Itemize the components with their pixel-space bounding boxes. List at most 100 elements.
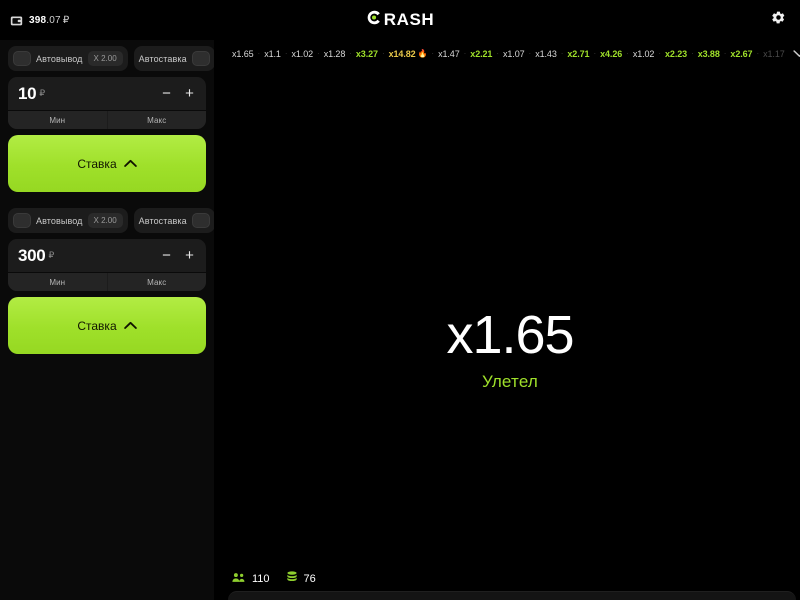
balance-display[interactable]: 398.07 ₽ — [0, 14, 69, 27]
bet-decrease-button-2[interactable]: − — [160, 248, 173, 263]
balance-currency: ₽ — [62, 14, 70, 26]
history-multiplier[interactable]: x1.02 — [288, 49, 318, 59]
game-main-area: x1.65 · x1.1 · x1.02 · x1.28 · x3.27 · x14.82 🔥 · x1.… — [214, 40, 800, 600]
history-multiplier[interactable]: x1.02 — [629, 49, 659, 59]
place-bet-label-1: Ставка — [77, 156, 117, 171]
brand-c-icon — [366, 9, 383, 31]
auto-cashout-label-2: Автовывод — [36, 215, 83, 226]
history-multiplier[interactable]: x2.21 — [466, 49, 496, 59]
stage-statistics: 110 76 — [232, 570, 316, 588]
brand-name: RASH — [383, 10, 435, 29]
auto-cashout-toggle-2[interactable] — [13, 213, 31, 228]
body-row: Автовывод X 2.00 Автоставка 10 ₽ − + Мин… — [0, 40, 800, 600]
bet-amount-row-2: 300 ₽ − + — [8, 239, 206, 273]
history-multiplier-label: x2.67 — [730, 49, 753, 59]
crash-game-app: 398.07 ₽ RASH Автовывод X 2.00 Автоставк… — [0, 0, 800, 600]
bet-amount-card-2: 300 ₽ − + Мин Макс — [8, 239, 206, 291]
bet-panel-2: Автовывод X 2.00 Автоставка 300 ₽ − + Ми… — [8, 208, 214, 354]
auto-bet-control-1[interactable]: Автоставка — [133, 46, 214, 71]
auto-controls-row-2: Автовывод X 2.00 Автоставка — [8, 208, 214, 233]
history-multiplier-label: x14.82 — [388, 49, 416, 59]
history-multiplier[interactable]: x3.27 — [352, 49, 382, 59]
chevron-down-icon — [793, 45, 800, 63]
history-expand-button[interactable] — [789, 43, 800, 65]
history-multiplier-label: x1.43 — [535, 49, 557, 59]
bet-stepper-1: − + — [160, 86, 196, 101]
crash-status-label: Улетел — [481, 371, 539, 391]
history-multiplier[interactable]: x1.17 — [759, 49, 789, 59]
crash-multiplier: x1.65 — [446, 304, 574, 365]
bet-min-button-1[interactable]: Мин — [8, 111, 107, 129]
history-multiplier[interactable]: x1.07 — [499, 49, 529, 59]
bet-sidebar: Автовывод X 2.00 Автоставка 10 ₽ − + Мин… — [0, 40, 214, 600]
history-multiplier[interactable]: x4.26 — [596, 49, 626, 59]
history-multiplier[interactable]: x14.82 🔥 — [385, 49, 432, 59]
auto-cashout-multiplier-2[interactable]: X 2.00 — [87, 213, 123, 228]
bet-amount-value-2[interactable]: 300 — [18, 246, 46, 266]
history-multiplier-label: x1.17 — [763, 49, 785, 59]
place-bet-label-2: Ставка — [77, 318, 117, 333]
history-multiplier-label: x2.21 — [470, 49, 493, 59]
history-multiplier-label: x4.26 — [600, 49, 623, 59]
bet-amount-row-1: 10 ₽ − + — [8, 77, 206, 111]
bet-max-button-1[interactable]: Макс — [107, 111, 206, 129]
auto-cashout-toggle-1[interactable] — [13, 51, 31, 66]
bet-max-button-2[interactable]: Макс — [107, 273, 206, 291]
bet-increase-button-1[interactable]: + — [183, 86, 196, 101]
history-multiplier-label: x3.88 — [697, 49, 720, 59]
history-multiplier-label: x1.1 — [264, 49, 281, 59]
history-multiplier-label: x1.07 — [503, 49, 525, 59]
bet-amount-currency-1: ₽ — [39, 88, 46, 98]
fire-icon: 🔥 — [417, 49, 428, 58]
auto-cashout-control-1[interactable]: Автовывод X 2.00 — [8, 46, 128, 71]
coins-icon — [286, 570, 298, 588]
balance-integer: 398 — [29, 14, 47, 26]
history-multiplier-label: x1.65 — [232, 49, 254, 59]
history-multiplier-label: x1.02 — [291, 49, 314, 59]
bet-amount-card-1: 10 ₽ − + Мин Макс — [8, 77, 206, 129]
history-multiplier[interactable]: x1.47 — [434, 49, 464, 59]
settings-button[interactable] — [768, 10, 788, 30]
bet-amount-value-1[interactable]: 10 — [18, 84, 37, 104]
bet-stepper-2: − + — [160, 248, 196, 263]
history-multiplier-label: x1.02 — [632, 49, 655, 59]
history-multiplier[interactable]: x2.23 — [661, 49, 691, 59]
bottom-bets-sheet[interactable] — [228, 591, 796, 600]
auto-cashout-label-1: Автовывод — [36, 53, 83, 64]
coins-count: 76 — [303, 573, 316, 585]
bet-panel-1: Автовывод X 2.00 Автоставка 10 ₽ − + Мин… — [8, 46, 214, 192]
history-multiplier[interactable]: x2.67 — [726, 49, 756, 59]
bet-amount-currency-2: ₽ — [48, 250, 55, 260]
chevron-up-icon — [123, 319, 137, 333]
history-multiplier[interactable]: x3.88 — [694, 49, 724, 59]
auto-cashout-multiplier-1[interactable]: X 2.00 — [87, 51, 123, 66]
auto-controls-row-1: Автовывод X 2.00 Автоставка — [8, 46, 214, 71]
auto-bet-toggle-2[interactable] — [191, 213, 210, 228]
players-count: 110 — [252, 573, 270, 585]
gear-icon — [771, 10, 786, 30]
players-icon — [232, 570, 246, 588]
history-multiplier[interactable]: x1.28 — [320, 49, 350, 59]
auto-bet-control-2[interactable]: Автоставка — [133, 208, 214, 233]
history-multiplier[interactable]: x2.71 — [563, 49, 593, 59]
place-bet-button-2[interactable]: Ставка — [8, 297, 206, 354]
history-multiplier-label: x1.28 — [323, 49, 346, 59]
round-history-bar: x1.65 · x1.1 · x1.02 · x1.28 · x3.27 · x14.82 🔥 · x1.… — [220, 40, 800, 68]
history-multiplier-label: x1.47 — [438, 49, 460, 59]
auto-cashout-control-2[interactable]: Автовывод X 2.00 — [8, 208, 128, 233]
history-multiplier-label: x3.27 — [355, 49, 378, 59]
bet-increase-button-2[interactable]: + — [183, 248, 196, 263]
bet-min-button-2[interactable]: Мин — [8, 273, 107, 291]
brand-logo: RASH — [366, 9, 435, 31]
history-multiplier[interactable]: x1.1 — [260, 49, 285, 59]
history-multiplier-label: x2.71 — [567, 49, 590, 59]
bet-decrease-button-1[interactable]: − — [160, 86, 173, 101]
history-multiplier[interactable]: x1.65 — [228, 49, 258, 59]
history-multiplier[interactable]: x1.43 — [531, 49, 561, 59]
auto-bet-toggle-1[interactable] — [191, 51, 210, 66]
place-bet-button-1[interactable]: Ставка — [8, 135, 206, 192]
auto-bet-label-1: Автоставка — [138, 53, 187, 64]
balance-value: 398.07 ₽ — [29, 15, 69, 26]
bet-minmax-row-2: Мин Макс — [8, 273, 206, 291]
history-multiplier-label: x2.23 — [665, 49, 688, 59]
